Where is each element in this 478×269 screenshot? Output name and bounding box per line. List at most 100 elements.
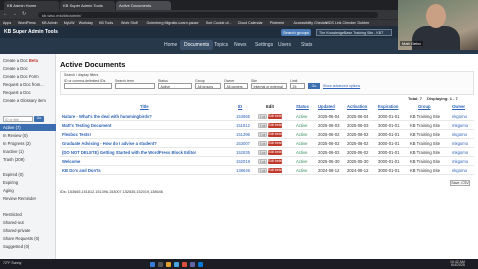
weather-widget[interactable]: 72°F Sunny [3, 261, 21, 265]
cell-owner[interactable]: nkgomo [452, 168, 467, 173]
sidebar-search-input[interactable]: ID or title [3, 116, 33, 122]
cell-id[interactable]: 152019 [236, 159, 250, 164]
sidebar-request-doc-from[interactable]: Request a Doc from... [3, 82, 44, 87]
bookmark-item[interactable]: Accessibility Checker [294, 21, 328, 25]
edit-beta-button[interactable]: Edit beta [268, 113, 282, 119]
teams-icon[interactable] [190, 261, 195, 267]
cell-owner[interactable]: nkgomo [452, 132, 467, 137]
cell-id[interactable]: 153665 [236, 114, 250, 119]
edit-beta-button[interactable]: Edit beta [268, 140, 282, 146]
sidebar-suggested[interactable]: Suggested (0) [3, 244, 29, 249]
browser-tab[interactable]: KB Admin Home [4, 1, 59, 10]
edit-beta-button[interactable]: Edit beta [268, 158, 282, 164]
url-field[interactable]: kb.wisc.edu/kb/admin/ [38, 11, 378, 18]
cell-title[interactable]: Flexbox Tests! [62, 132, 91, 137]
sidebar-create-doc-beta[interactable]: Create a Doc Beta [3, 58, 38, 63]
cell-owner[interactable]: mkgomo [452, 159, 468, 164]
sidebar-restricted[interactable]: Restricted [3, 212, 22, 217]
bookmark-item[interactable]: Gutenberg Migratio... [147, 21, 181, 25]
sidebar-status-inactive[interactable]: Inactive (1) [3, 149, 24, 154]
edit-button[interactable]: Edit [258, 131, 267, 137]
cell-id[interactable]: 153007 [236, 141, 250, 146]
site-select[interactable]: Internal or external [251, 83, 287, 89]
cell-title[interactable]: (DO NOT DELETE) Getting Started with the… [62, 150, 196, 155]
sidebar-shared-private[interactable]: Shared-private [3, 228, 30, 233]
cell-title[interactable]: Matt's Testing Document [62, 123, 111, 128]
search-groups-button[interactable]: Search groups [281, 29, 311, 36]
back-icon[interactable]: ← [3, 11, 8, 17]
cell-title[interactable]: Graduate Advising - How do I advise a st… [62, 141, 157, 146]
edit-beta-button[interactable]: Edit beta [268, 167, 282, 173]
sidebar-status-trash[interactable]: Trash (209) [3, 157, 25, 162]
sidebar-status-in-review[interactable]: In Review (0) [3, 133, 28, 138]
search-icon[interactable] [158, 261, 163, 267]
col-id[interactable]: ID [238, 104, 242, 109]
filter-go-button[interactable]: Go [308, 83, 320, 89]
edit-button[interactable]: Edit [258, 140, 267, 146]
sidebar-expired[interactable]: Expired (0) [3, 172, 23, 177]
bookmark-item[interactable]: KB Admin [42, 21, 58, 25]
nav-users[interactable]: Users [278, 42, 291, 48]
sidebar-create-doc-form[interactable]: Create a Doc Form [3, 74, 39, 79]
status-select[interactable]: Active [158, 83, 192, 89]
edit-button[interactable]: Edit [258, 149, 267, 155]
save-csv-button[interactable]: Save .CSV [450, 180, 470, 186]
bookmark-item[interactable]: MyUW [64, 21, 75, 25]
browser-tab-active[interactable]: Active Documents [116, 1, 171, 10]
edit-beta-button[interactable]: Edit beta [268, 131, 282, 137]
bookmark-item[interactable]: WordPress [18, 21, 36, 25]
group-select[interactable]: All groups [195, 83, 221, 89]
bookmark-item[interactable]: Apps [3, 21, 11, 25]
bookmark-item[interactable]: Workday [79, 21, 93, 25]
limit-select[interactable]: 25 [290, 83, 305, 89]
cell-title[interactable]: Welcome [62, 159, 80, 164]
sidebar-status-in-progress[interactable]: In Progress (2) [3, 141, 31, 146]
bookmark-item[interactable]: Learn.pause [179, 21, 199, 25]
col-status[interactable]: Status [296, 104, 309, 109]
edit-button[interactable]: Edit [258, 167, 267, 173]
file-explorer-icon[interactable] [166, 261, 171, 267]
edge-icon[interactable] [174, 261, 179, 267]
cell-id[interactable]: 152835 [236, 150, 250, 155]
id-filter-input[interactable] [64, 83, 112, 89]
bookmark-item[interactable]: Pinterest [270, 21, 284, 25]
col-activation[interactable]: Activation [347, 104, 367, 109]
sidebar-aging[interactable]: Aging [3, 188, 14, 193]
owner-select[interactable]: All owners [224, 83, 248, 89]
col-group[interactable]: Group [418, 104, 431, 109]
cell-owner[interactable]: nkgomo [452, 114, 467, 119]
nav-topics[interactable]: Topics [214, 42, 228, 48]
sidebar-review-reminder[interactable]: Review Reminder [3, 196, 36, 201]
sidebar-create-doc[interactable]: Create a Doc [3, 66, 28, 71]
bookmark-item[interactable]: Cloud Calendar [238, 21, 263, 25]
sidebar-shared-out[interactable]: Shared-out [3, 220, 24, 225]
sidebar-create-glossary[interactable]: Create a Glossary item [3, 98, 46, 103]
col-owner[interactable]: Owner [452, 104, 465, 109]
nav-home[interactable]: Home [164, 42, 177, 48]
cell-id[interactable]: 151812 [236, 123, 250, 128]
sidebar-go-button[interactable]: Go [34, 116, 44, 122]
edit-button[interactable]: Edit [258, 122, 267, 128]
outlook-icon[interactable] [198, 261, 203, 267]
keyword-input[interactable] [115, 83, 155, 89]
forward-icon[interactable]: → [12, 11, 17, 17]
start-icon[interactable] [150, 261, 155, 267]
bookmark-item[interactable]: Work Stuff [121, 21, 138, 25]
edit-button[interactable]: Edit [258, 113, 267, 119]
cell-title[interactable]: Nature - What's the deal with hummingbir… [62, 114, 152, 119]
cell-owner[interactable]: mkgomo [452, 141, 468, 146]
sidebar-status-active[interactable]: Active (7) [0, 124, 56, 131]
edit-beta-button[interactable]: Edit beta [268, 149, 282, 155]
nav-stats[interactable]: Stats [301, 42, 312, 48]
chrome-icon[interactable] [182, 261, 187, 267]
sidebar-request-doc[interactable]: Request a Doc [3, 90, 31, 95]
edit-beta-button[interactable]: Edit beta [268, 122, 282, 128]
browser-tab[interactable]: KB Super Admin Tools [60, 1, 115, 10]
bookmark-item[interactable]: Sort Cookie of... [206, 21, 232, 25]
cell-id[interactable]: 138646 [236, 168, 250, 173]
sidebar-share-requests[interactable]: Share Requests (0) [3, 236, 39, 241]
advanced-options-link[interactable]: Show advanced options [323, 84, 360, 88]
bookmark-item[interactable]: WDS Link Checker [326, 21, 356, 25]
edit-button[interactable]: Edit [258, 158, 267, 164]
cell-id[interactable]: 151396 [236, 132, 250, 137]
